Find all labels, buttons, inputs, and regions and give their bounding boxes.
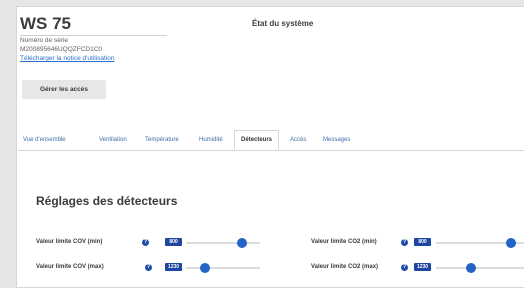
cov-max-label: Valeur limite COV (max)	[36, 264, 104, 270]
tab-humidity[interactable]: Humidité	[199, 130, 223, 150]
tab-detectors[interactable]: Détecteurs	[234, 130, 280, 150]
co2-max-label: Valeur limite CO2 (max)	[311, 264, 379, 270]
cov-min-slider-thumb[interactable]	[236, 238, 247, 248]
co2-min-slider-thumb[interactable]	[505, 238, 516, 248]
tab-access[interactable]: Accès	[290, 130, 306, 150]
cov-min-label: Valeur limite COV (min)	[36, 239, 103, 245]
cov-max-slider[interactable]	[186, 263, 260, 273]
serial-number-value: M200895646UQQZFCD1C0	[20, 46, 103, 53]
co2-max-slider[interactable]	[436, 263, 524, 273]
title-divider	[20, 35, 167, 36]
tab-ventilation[interactable]: Ventilation	[99, 130, 127, 150]
co2-min-slider[interactable]	[436, 238, 524, 248]
system-status-title: État du système	[252, 19, 314, 28]
tab-overview[interactable]: Vue d'ensemble	[23, 130, 66, 150]
tab-temperature[interactable]: Température	[145, 130, 179, 150]
co2-max-value-badge: 1230	[414, 263, 431, 271]
question-circle-icon[interactable]: ?	[401, 239, 408, 246]
device-title: WS 75	[20, 14, 72, 33]
serial-number-label: Numéro de série	[20, 37, 69, 44]
download-manual-link[interactable]: Télécharger la notice d'utilisation	[20, 55, 114, 62]
cov-max-slider-thumb[interactable]	[199, 263, 210, 273]
tab-bar: Vue d'ensemble Ventilation Température H…	[18, 130, 524, 151]
cov-min-slider[interactable]	[186, 238, 260, 248]
question-circle-icon[interactable]: ?	[401, 264, 408, 271]
manage-access-button[interactable]: Gérer les accès	[22, 80, 106, 99]
cov-min-value-badge: 800	[165, 238, 182, 246]
co2-min-value-badge: 800	[414, 238, 431, 246]
question-circle-icon[interactable]: ?	[142, 239, 149, 246]
cov-max-value-badge: 1230	[165, 263, 182, 271]
tab-messages[interactable]: Messages	[323, 130, 350, 150]
co2-min-label: Valeur limite CO2 (min)	[311, 239, 377, 245]
question-circle-icon[interactable]: ?	[145, 264, 152, 271]
detector-settings-title: Réglages des détecteurs	[36, 194, 178, 208]
